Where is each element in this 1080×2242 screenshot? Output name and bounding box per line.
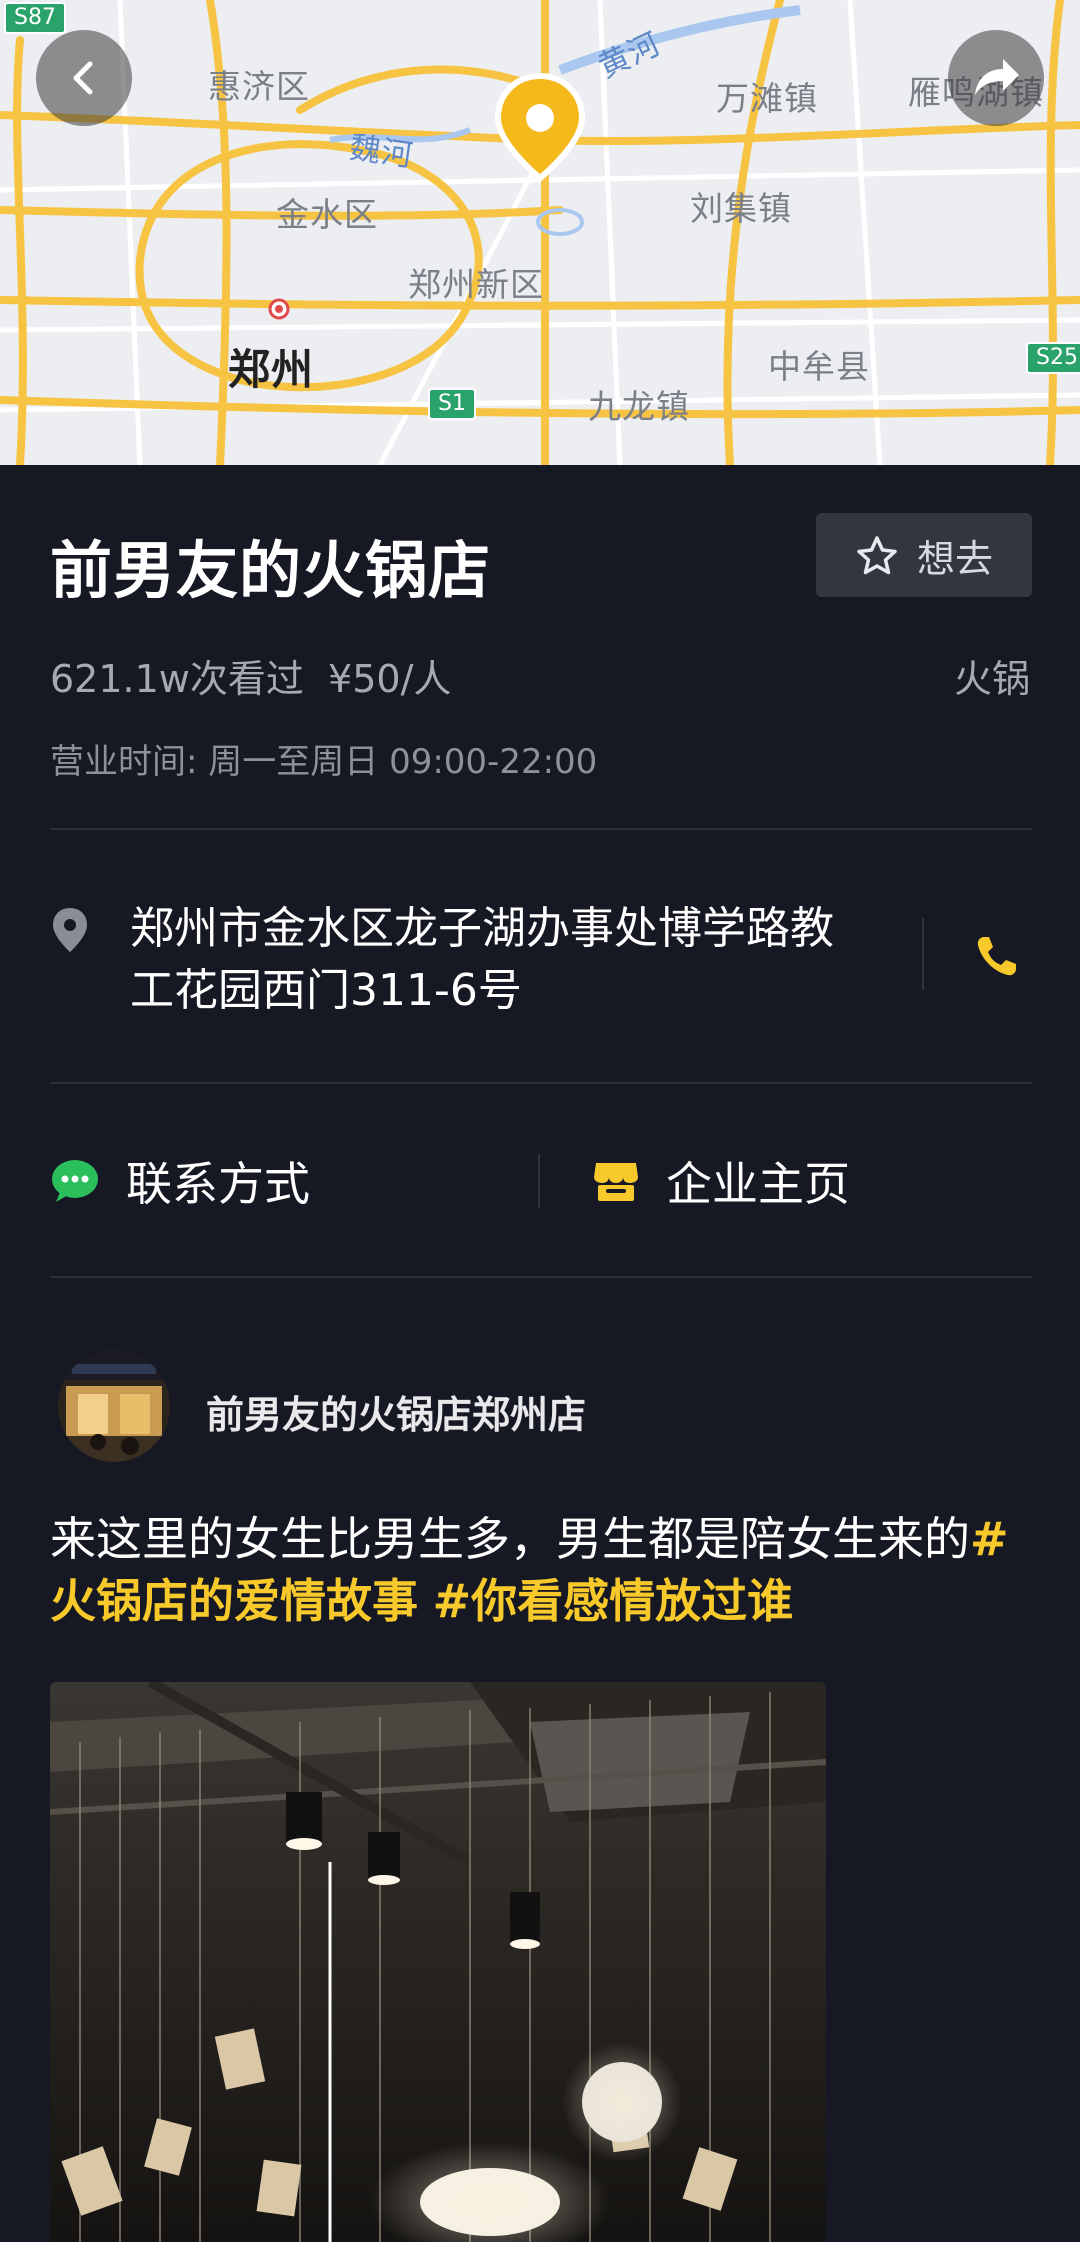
- highway-shield-s25: S25: [1026, 342, 1080, 374]
- back-button[interactable]: [36, 30, 132, 126]
- store-title: 前男友的火锅店: [50, 534, 492, 607]
- business-hours: 营业时间: 周一至周日 09:00-22:00: [50, 742, 598, 782]
- map-label-wantan: 万滩镇: [716, 79, 818, 118]
- share-icon: [975, 59, 1019, 95]
- city-marker-icon: [268, 298, 290, 320]
- map-pin-icon[interactable]: [492, 72, 588, 184]
- map-view[interactable]: S87 S1 S25 惠济区 黄河 万滩镇 雁鸣湖镇 魏河 金水区 刘集镇 郑州…: [0, 0, 1080, 465]
- share-button[interactable]: [948, 30, 1044, 126]
- chat-icon: [52, 1160, 98, 1202]
- map-label-liuji: 刘集镇: [690, 189, 792, 228]
- star-icon: [857, 536, 897, 575]
- divider: [50, 828, 1032, 830]
- avatar-image: [58, 1350, 170, 1462]
- hashtag[interactable]: #你看感情放过谁: [433, 1574, 794, 1628]
- homepage-link[interactable]: 企业主页: [592, 1148, 850, 1214]
- contact-label: 联系方式: [126, 1157, 310, 1211]
- back-icon: [73, 61, 93, 95]
- store-address[interactable]: 郑州市金水区龙子湖办事处博学路教工花园西门311-6号: [130, 898, 870, 1022]
- store-icon: [594, 1163, 638, 1201]
- store-category: 火锅: [953, 657, 1030, 701]
- store-meta: 621.1w次看过 ¥50/人: [50, 648, 451, 703]
- post-text: 来这里的女生比男生多，男生都是陪女生来的: [50, 1512, 970, 1566]
- divider: [50, 1276, 1032, 1278]
- location-icon: [53, 908, 87, 952]
- highway-shield-s1: S1: [428, 388, 476, 420]
- homepage-label: 企业主页: [666, 1157, 850, 1211]
- map-label-jiulong: 九龙镇: [588, 387, 690, 426]
- restaurant-interior-image: [50, 1682, 826, 2242]
- post-caption: 来这里的女生比男生多，男生都是陪女生来的#火锅店的爱情故事 #你看感情放过谁: [50, 1508, 1040, 1632]
- map-label-zhengzhou-new: 郑州新区: [408, 265, 544, 304]
- map-label-zhengzhou: 郑州: [228, 345, 315, 394]
- author-avatar[interactable]: [58, 1350, 170, 1462]
- map-label-huiji: 惠济区: [208, 67, 310, 106]
- view-count: 621.1w次看过: [50, 657, 304, 701]
- want-to-go-label: 想去: [916, 536, 993, 581]
- want-to-go-button[interactable]: 想去: [816, 513, 1032, 597]
- highway-shield-s87: S87: [4, 2, 66, 34]
- post-video-thumbnail[interactable]: [50, 1682, 826, 2242]
- address-separator: [922, 918, 924, 990]
- map-label-jinshui: 金水区: [276, 195, 378, 234]
- divider: [50, 1082, 1032, 1084]
- map-label-weihe: 魏河: [347, 129, 416, 175]
- author-name[interactable]: 前男友的火锅店郑州店: [206, 1384, 586, 1439]
- contact-link[interactable]: 联系方式: [50, 1148, 310, 1214]
- map-label-zhongmou: 中牟县: [768, 347, 870, 386]
- phone-icon[interactable]: [974, 933, 1020, 979]
- links-separator: [538, 1154, 540, 1208]
- price-per-person: ¥50/人: [328, 657, 452, 701]
